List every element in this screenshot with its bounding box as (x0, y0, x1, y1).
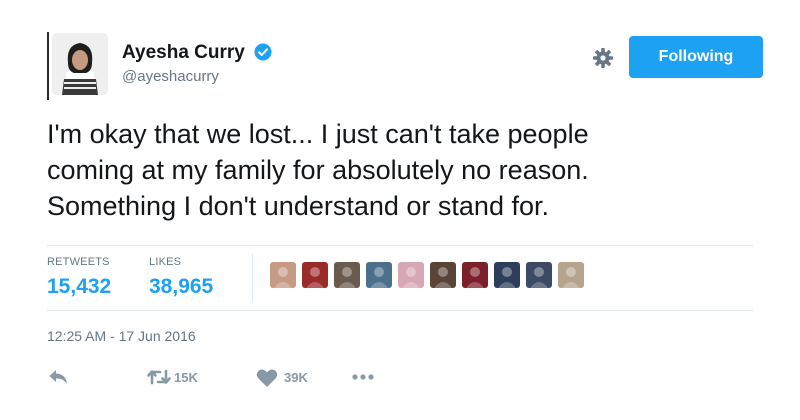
retweets-label: RETWEETS (47, 256, 110, 268)
reply-button[interactable] (48, 368, 72, 388)
tweet-text: I'm okay that we lost... I just can't ta… (47, 116, 767, 224)
verified-badge-icon (254, 43, 272, 67)
tweet-card: Ayesha Curry @ayeshacurry Following I'm … (0, 0, 800, 420)
liker-avatar-8[interactable] (494, 262, 520, 288)
likes-label: LIKES (149, 256, 182, 268)
retweets-count[interactable]: 15,432 (47, 275, 111, 299)
liker-avatar-5[interactable] (398, 262, 424, 288)
heart-icon (256, 369, 278, 387)
liker-avatar-2[interactable] (302, 262, 328, 288)
retweet-icon (147, 369, 171, 385)
left-border-line (47, 32, 49, 100)
liker-avatar-6[interactable] (430, 262, 456, 288)
liker-avatar-3[interactable] (334, 262, 360, 288)
user-handle[interactable]: @ayeshacurry (122, 68, 219, 85)
user-display-name[interactable]: Ayesha Curry (122, 42, 272, 67)
like-count: 39K (284, 370, 308, 385)
display-name-text[interactable]: Ayesha Curry (122, 42, 245, 63)
liker-avatar-4[interactable] (366, 262, 392, 288)
liker-avatar-9[interactable] (526, 262, 552, 288)
liker-avatar-7[interactable] (462, 262, 488, 288)
more-dots-icon (352, 374, 374, 380)
reply-icon (49, 370, 67, 384)
divider-bottom (47, 310, 753, 311)
retweet-button[interactable]: 15K (146, 368, 226, 388)
profile-avatar[interactable] (52, 33, 108, 95)
tweet-text-line: I'm okay that we lost... I just can't ta… (47, 119, 589, 149)
likes-count[interactable]: 38,965 (149, 275, 213, 299)
likes-stat[interactable]: LIKES 38,965 (149, 256, 213, 299)
retweet-count: 15K (174, 370, 198, 385)
tweet-timestamp[interactable]: 12:25 AM - 17 Jun 2016 (47, 328, 196, 344)
stats-separator (252, 254, 253, 302)
more-options-button[interactable] (350, 368, 376, 388)
tweet-text-line: Something I don't understand or stand fo… (47, 191, 549, 221)
liker-avatar-1[interactable] (270, 262, 296, 288)
like-button[interactable]: 39K (256, 368, 326, 388)
retweets-stat[interactable]: RETWEETS 15,432 (47, 256, 111, 299)
tweet-text-line: coming at my family for absolutely no re… (47, 155, 589, 185)
divider-top (47, 245, 753, 246)
liker-avatar-10[interactable] (558, 262, 584, 288)
following-button[interactable]: Following (629, 36, 763, 78)
gear-icon[interactable] (592, 47, 614, 69)
